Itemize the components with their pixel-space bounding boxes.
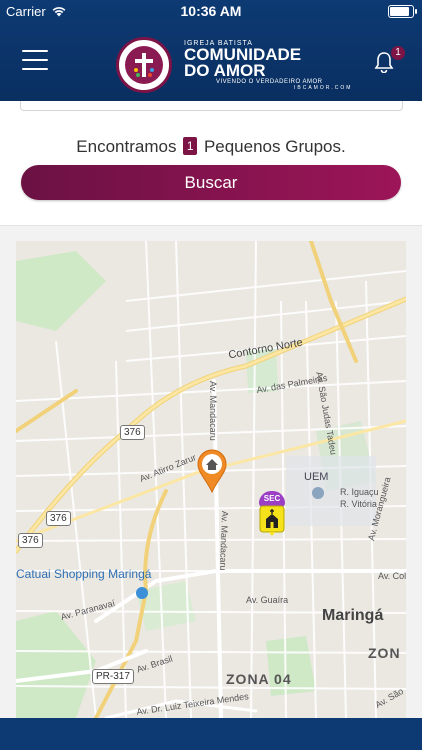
filter-input[interactable] (20, 101, 403, 111)
map-label-av-guaira: Av. Guaíra (246, 595, 289, 605)
logo-website: IBCAMOR.COM (294, 85, 353, 91)
map-label-av-mandacaru-2: Av. Mandacaru (217, 510, 230, 571)
search-button[interactable]: Buscar (21, 165, 401, 200)
status-bar: Carrier 10:36 AM (0, 0, 422, 22)
battery-icon (388, 5, 417, 18)
notification-badge: 1 (391, 46, 405, 60)
map-label-maringa: Maringá (322, 607, 384, 624)
menu-icon[interactable] (22, 50, 48, 72)
results-prefix: Encontramos (76, 137, 177, 156)
app-header: Carrier 10:36 AM IGREJA BATISTA COMUNIDA… (0, 0, 422, 101)
road-shield-376-a: 376 (120, 425, 145, 440)
results-suffix: Pequenos Grupos. (203, 137, 346, 156)
map-label-zona-04: ZONA 04 (226, 671, 292, 687)
battery-fill (390, 7, 409, 16)
clock: 10:36 AM (180, 3, 242, 19)
road-shield-pr-317: PR-317 (92, 669, 134, 684)
map-label-catuai-shopping: Catuai Shopping Maringá (16, 567, 152, 581)
church-logo-seal (116, 37, 172, 93)
map-view[interactable]: Contorno Norte Av. das Palmeiras Av. São… (16, 241, 406, 718)
church-logo-text: IGREJA BATISTA COMUNIDADE DO AMOR VIVEND… (184, 40, 364, 91)
map-label-zona: ZON (368, 645, 401, 661)
search-panel: Encontramos 1 Pequenos Grupos. Buscar (0, 101, 422, 226)
bottom-bar (0, 718, 422, 750)
map-label-av-mandacaru-1: Av. Mandacaru (208, 381, 218, 441)
road-shield-376-c: 376 (18, 533, 43, 548)
results-count-badge: 1 (183, 137, 198, 155)
home-marker-icon[interactable] (196, 449, 228, 493)
map-label-av-colom: Av. Colom (378, 571, 406, 581)
logo-line2: DO AMOR (184, 61, 266, 80)
church-icon (259, 505, 285, 536)
map-label-uem: UEM (304, 471, 329, 483)
results-summary: Encontramos 1 Pequenos Grupos. (0, 137, 422, 157)
road-shield-376-b: 376 (46, 511, 71, 526)
map-label-r-vitoria: R. Vitória (340, 499, 377, 509)
map-label-r-iguacu: R. Iguaçu (340, 487, 379, 497)
church-marker[interactable]: SEC (256, 491, 288, 539)
